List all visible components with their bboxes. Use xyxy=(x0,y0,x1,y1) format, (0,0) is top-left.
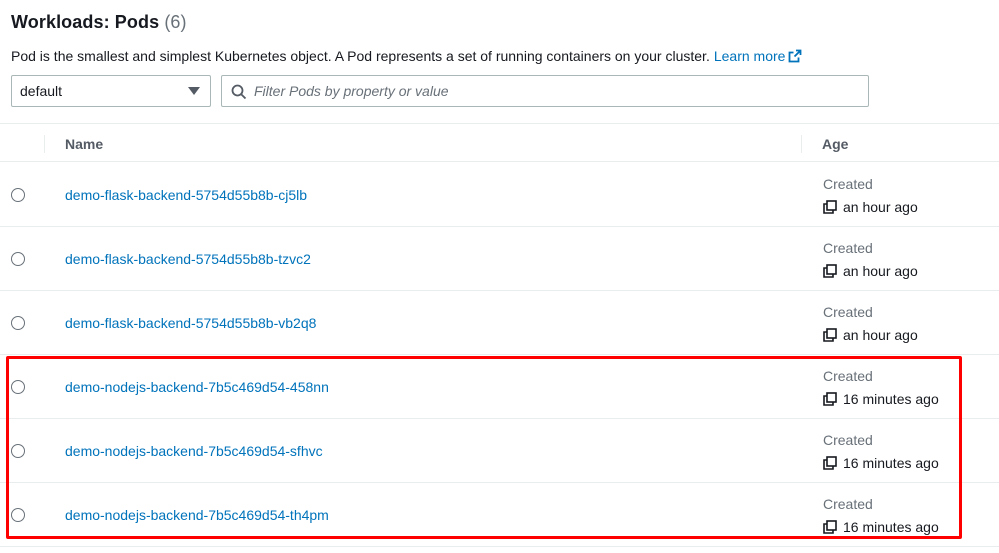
row-select-radio[interactable] xyxy=(11,316,25,330)
age-value: an hour ago xyxy=(823,199,918,215)
table-row: demo-nodejs-backend-7b5c469d54-sfhvc Cre… xyxy=(0,419,999,483)
learn-more-label: Learn more xyxy=(713,48,786,64)
age-value: 16 minutes ago xyxy=(823,519,939,535)
pod-count: (6) xyxy=(164,12,187,32)
copy-icon xyxy=(823,200,837,214)
age-value-text: an hour ago xyxy=(843,327,918,343)
copy-icon xyxy=(823,264,837,278)
row-select-radio[interactable] xyxy=(11,188,25,202)
row-select-radio[interactable] xyxy=(11,508,25,522)
description-text: Pod is the smallest and simplest Kuberne… xyxy=(11,48,710,64)
learn-more-link[interactable]: Learn more xyxy=(714,48,803,64)
table-row: demo-flask-backend-5754d55b8b-vb2q8 Crea… xyxy=(0,291,999,355)
row-select-radio[interactable] xyxy=(11,444,25,458)
search-icon xyxy=(231,84,247,100)
pod-name-link[interactable]: demo-flask-backend-5754d55b8b-cj5lb xyxy=(65,187,307,203)
age-value-text: an hour ago xyxy=(843,263,918,279)
age-value-text: an hour ago xyxy=(843,199,918,215)
filter-pods-container xyxy=(221,75,869,107)
pod-name-link[interactable]: demo-flask-backend-5754d55b8b-vb2q8 xyxy=(65,315,316,331)
column-divider xyxy=(801,135,802,153)
age-cell: Created 16 minutes ago xyxy=(823,432,939,471)
row-select-radio[interactable] xyxy=(11,252,25,266)
table-row: demo-nodejs-backend-7b5c469d54-th4pm Cre… xyxy=(0,483,999,547)
age-cell: Created 16 minutes ago xyxy=(823,496,939,535)
age-value-text: 16 minutes ago xyxy=(843,455,939,471)
caret-down-icon xyxy=(188,87,200,95)
age-label: Created xyxy=(823,240,873,256)
age-cell: Created 16 minutes ago xyxy=(823,368,939,407)
page-header: Workloads: Pods (6) xyxy=(11,12,187,33)
column-divider xyxy=(44,135,45,153)
pod-name-link[interactable]: demo-nodejs-backend-7b5c469d54-th4pm xyxy=(65,507,329,523)
table-header: Name Age xyxy=(0,124,999,162)
pod-name-link[interactable]: demo-nodejs-backend-7b5c469d54-sfhvc xyxy=(65,443,323,459)
namespace-select-value: default xyxy=(20,83,63,99)
age-value-text: 16 minutes ago xyxy=(843,519,939,535)
age-cell: Created an hour ago xyxy=(823,176,918,215)
page-title: Workloads: Pods (6) xyxy=(11,12,187,32)
age-cell: Created an hour ago xyxy=(823,240,918,279)
namespace-select[interactable]: default xyxy=(11,75,211,107)
page-title-text: Workloads: Pods xyxy=(11,12,160,32)
age-label: Created xyxy=(823,176,873,192)
table-row: demo-nodejs-backend-7b5c469d54-458nn Cre… xyxy=(0,355,999,419)
copy-icon xyxy=(823,456,837,470)
age-value: 16 minutes ago xyxy=(823,391,939,407)
age-label: Created xyxy=(823,304,873,320)
table-row: demo-flask-backend-5754d55b8b-cj5lb Crea… xyxy=(0,163,999,227)
age-label: Created xyxy=(823,368,873,384)
age-value-text: 16 minutes ago xyxy=(843,391,939,407)
pod-name-link[interactable]: demo-nodejs-backend-7b5c469d54-458nn xyxy=(65,379,329,395)
copy-icon xyxy=(823,392,837,406)
age-value: an hour ago xyxy=(823,263,918,279)
page-description: Pod is the smallest and simplest Kuberne… xyxy=(11,48,802,64)
column-header-name[interactable]: Name xyxy=(65,136,103,152)
filter-pods-input[interactable] xyxy=(254,77,854,105)
copy-icon xyxy=(823,328,837,342)
age-value: 16 minutes ago xyxy=(823,455,939,471)
age-label: Created xyxy=(823,496,873,512)
column-header-age[interactable]: Age xyxy=(822,136,848,152)
external-link-icon xyxy=(789,49,802,63)
row-select-radio[interactable] xyxy=(11,380,25,394)
age-value: an hour ago xyxy=(823,327,918,343)
pod-name-link[interactable]: demo-flask-backend-5754d55b8b-tzvc2 xyxy=(65,251,311,267)
table-row: demo-flask-backend-5754d55b8b-tzvc2 Crea… xyxy=(0,227,999,291)
copy-icon xyxy=(823,520,837,534)
age-cell: Created an hour ago xyxy=(823,304,918,343)
age-label: Created xyxy=(823,432,873,448)
